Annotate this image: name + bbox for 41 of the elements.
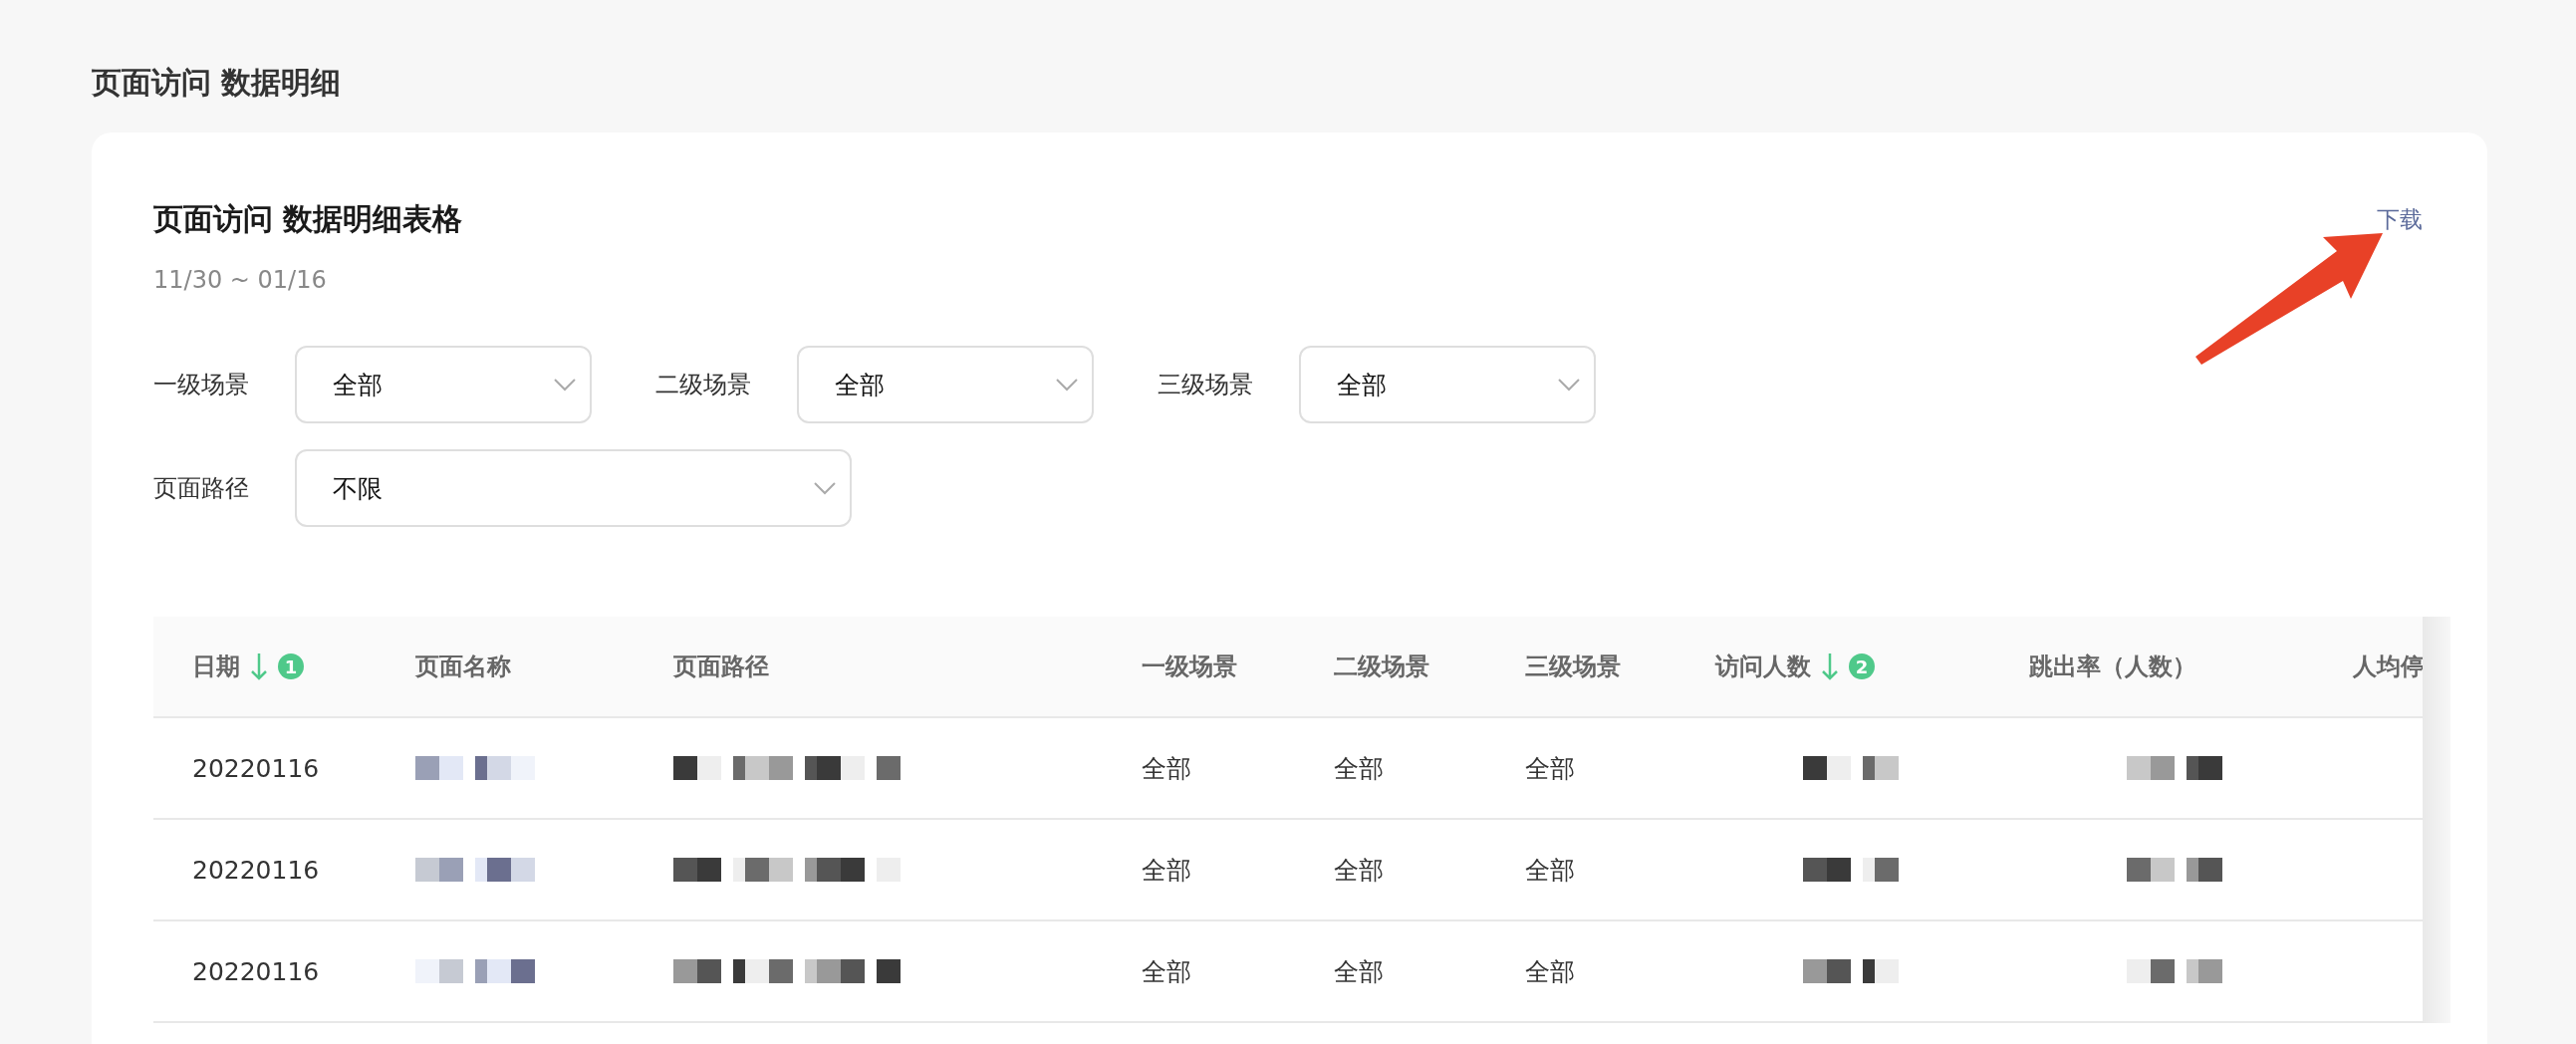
sort-order-badge: 2 xyxy=(1849,653,1875,679)
filter-select[interactable]: 全部 xyxy=(295,346,592,423)
filter-select[interactable]: 全部 xyxy=(797,346,1094,423)
column-header[interactable]: 三级场景 xyxy=(1486,617,1676,718)
filter-label: 二级场景 xyxy=(655,370,751,400)
column-header[interactable]: 二级场景 xyxy=(1295,617,1486,718)
sort-down-icon xyxy=(250,652,268,681)
page-title: 页面访问 数据明细 xyxy=(92,64,343,102)
column-header[interactable]: 日期 1 xyxy=(153,617,377,718)
chevron-down-icon xyxy=(1056,378,1078,392)
sort-order-badge: 1 xyxy=(278,653,304,679)
filter-select[interactable]: 不限 xyxy=(295,449,852,527)
column-header[interactable]: 跳出率（人数） xyxy=(1990,617,2314,718)
table-cell-text: 全部 xyxy=(1525,955,1575,988)
filter-label: 页面路径 xyxy=(153,473,249,504)
chevron-down-icon xyxy=(554,378,576,392)
table-cell-text: 全部 xyxy=(1334,752,1384,785)
column-header[interactable]: 页面名称 xyxy=(377,617,635,718)
table-cell-text: 全部 xyxy=(1334,955,1384,988)
table-cell-text: 全部 xyxy=(1525,854,1575,887)
chevron-down-icon xyxy=(814,481,836,495)
filter-label: 三级场景 xyxy=(1158,370,1253,400)
card-title: 页面访问 数据明细表格 xyxy=(153,200,463,238)
column-header[interactable]: 访问人数 2 xyxy=(1676,617,1990,718)
chevron-down-icon xyxy=(1558,378,1580,392)
sort-down-icon xyxy=(1821,652,1839,681)
table-cell: 20220116 xyxy=(192,855,320,885)
table-cell-text: 全部 xyxy=(1142,955,1191,988)
table-cell: 20220116 xyxy=(192,753,320,783)
table-cell: 20220116 xyxy=(192,956,320,986)
table-cell-text: 全部 xyxy=(1142,854,1191,887)
date-range: 11/30 ~ 01/16 xyxy=(153,265,328,296)
table-cell-text: 全部 xyxy=(1142,752,1191,785)
column-header[interactable]: 人均停 xyxy=(2314,617,2423,718)
table-cell-text: 全部 xyxy=(1525,752,1575,785)
table-cell-text: 全部 xyxy=(1334,854,1384,887)
column-header[interactable]: 页面路径 xyxy=(635,617,1103,718)
column-header[interactable]: 一级场景 xyxy=(1103,617,1295,718)
filter-select[interactable]: 全部 xyxy=(1299,346,1596,423)
download-link[interactable]: 下载 xyxy=(2377,194,2423,244)
filter-label: 一级场景 xyxy=(153,370,249,400)
